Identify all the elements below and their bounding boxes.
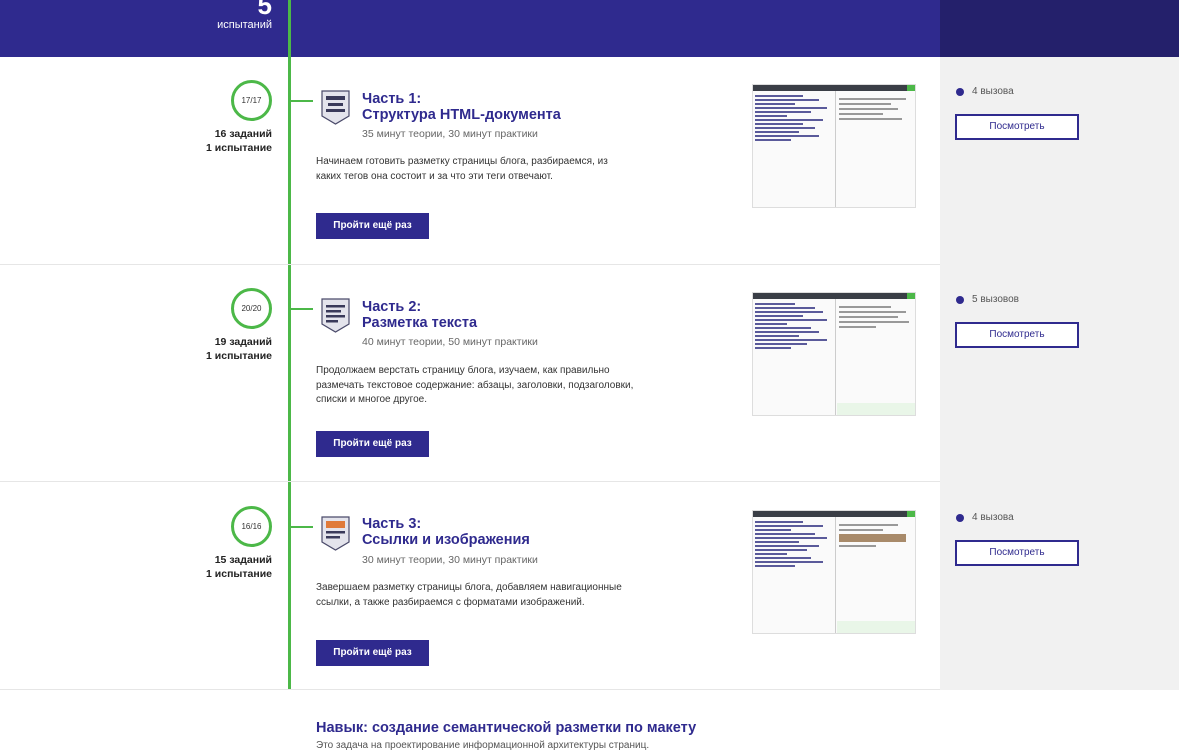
tasks-count: 16 заданий — [214, 128, 272, 140]
timeline-connector — [291, 308, 313, 310]
progress-circle: 20/20 — [231, 288, 272, 329]
calls-count: 5 вызовов — [972, 294, 1019, 305]
header-band — [0, 0, 940, 57]
part-duration: 30 минут теории, 30 минут практики — [362, 554, 538, 566]
timeline-connector — [291, 526, 313, 528]
tests-count-label: 1 испытание — [206, 568, 272, 580]
part-preview-thumbnail[interactable] — [752, 510, 916, 634]
course-page: 5 испытаний 17/17 16 заданий 1 испытание… — [0, 0, 1179, 750]
tasks-count: 19 заданий — [214, 336, 272, 348]
retry-button[interactable]: Пройти ещё раз — [316, 640, 429, 666]
part-title[interactable]: Часть 3: Ссылки и изображения — [362, 516, 530, 548]
tasks-count: 15 заданий — [214, 554, 272, 566]
tests-label: испытаний — [217, 19, 272, 31]
retry-button[interactable]: Пройти ещё раз — [316, 213, 429, 239]
calls-dot — [956, 88, 964, 96]
part-description: Начинаем готовить разметку страницы блог… — [316, 156, 608, 182]
header-band-side — [940, 0, 1179, 57]
skill-title[interactable]: Навык: создание семантической разметки п… — [316, 720, 696, 736]
part-description: Завершаем разметку страницы блога, добав… — [316, 582, 622, 608]
view-button[interactable]: Посмотреть — [955, 540, 1079, 566]
text-markup-icon — [321, 298, 350, 333]
progress-circle: 16/16 — [231, 506, 272, 547]
part-duration: 40 минут теории, 50 минут практики — [362, 336, 538, 348]
part-description: Продолжаем верстать страницу блога, изуч… — [316, 365, 634, 405]
view-button[interactable]: Посмотреть — [955, 322, 1079, 348]
tasks-summary: 16 заданий 1 испытание — [150, 127, 272, 155]
part-number: Часть 2: — [362, 299, 422, 315]
part-name: Разметка текста — [362, 315, 478, 331]
timeline-connector — [291, 100, 313, 102]
skill-description: Это задача на проектирование информацион… — [316, 740, 650, 750]
links-images-icon — [321, 516, 350, 551]
part-preview-thumbnail[interactable] — [752, 292, 916, 416]
calls-count: 4 вызова — [972, 86, 1014, 97]
retry-button[interactable]: Пройти ещё раз — [316, 431, 429, 457]
progress-circle: 17/17 — [231, 80, 272, 121]
tasks-summary: 15 заданий 1 испытание — [150, 553, 272, 581]
part-number: Часть 1: — [362, 91, 422, 107]
html-document-icon — [321, 90, 350, 125]
calls-dot — [956, 514, 964, 522]
calls-count: 4 вызова — [972, 512, 1014, 523]
calls-dot — [956, 296, 964, 304]
tasks-summary: 19 заданий 1 испытание — [150, 335, 272, 363]
tests-count-label: 1 испытание — [206, 350, 272, 362]
part-name: Ссылки и изображения — [362, 532, 530, 548]
tests-count: 5 — [257, 0, 272, 20]
part-duration: 35 минут теории, 30 минут практики — [362, 128, 538, 140]
part-title[interactable]: Часть 2: Разметка текста — [362, 299, 477, 331]
view-button[interactable]: Посмотреть — [955, 114, 1079, 140]
tests-count-label: 1 испытание — [206, 142, 272, 154]
part-number: Часть 3: — [362, 516, 422, 532]
part-preview-thumbnail[interactable] — [752, 84, 916, 208]
part-title[interactable]: Часть 1: Структура HTML-документа — [362, 91, 561, 123]
part-name: Структура HTML-документа — [362, 107, 561, 123]
calls-column — [940, 57, 1179, 690]
